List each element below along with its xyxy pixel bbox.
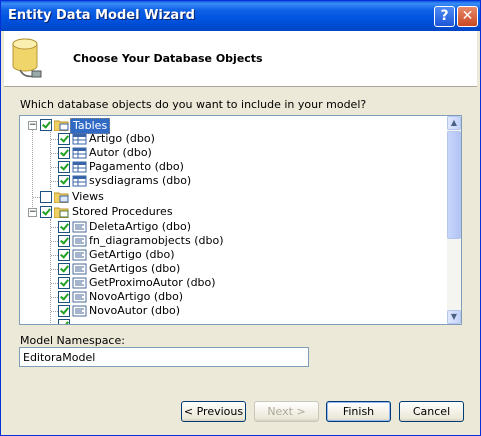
table-icon — [72, 133, 87, 145]
stored-procedures-checkbox[interactable] — [40, 206, 52, 218]
procedure-label: DeletaArtigo (dbo) — [89, 220, 192, 233]
table-icon — [72, 175, 87, 187]
table-label: Artigo (dbo) — [89, 132, 155, 145]
item-checkbox[interactable] — [58, 291, 70, 303]
previous-button[interactable]: < Previous — [181, 401, 246, 422]
procedure-label: NovoAutor (dbo) — [89, 304, 181, 317]
item-checkbox[interactable] — [58, 277, 70, 289]
folder-view-icon — [54, 192, 69, 203]
item-checkbox[interactable] — [58, 235, 70, 247]
finish-button[interactable]: Finish — [326, 401, 391, 422]
item-checkbox[interactable] — [58, 263, 70, 275]
table-label: Pagamento (dbo) — [89, 160, 184, 173]
scroll-down-icon[interactable]: ▼ — [447, 310, 461, 324]
objects-tree[interactable]: − Tables Artigo (dbo) Autor (dbo) Pagame… — [19, 115, 462, 325]
procedure-label: GetArtigo (dbo) — [89, 248, 175, 261]
procedure-icon — [72, 235, 87, 247]
scroll-up-icon[interactable]: ▲ — [447, 116, 461, 130]
stored-procedures-label: Stored Procedures — [72, 205, 173, 218]
objects-question: Which database objects do you want to in… — [20, 98, 367, 111]
next-button[interactable]: Next > — [254, 401, 319, 422]
item-checkbox[interactable] — [58, 305, 70, 317]
procedure-icon — [72, 305, 87, 317]
tables-checkbox[interactable] — [40, 119, 52, 131]
cancel-button[interactable]: Cancel — [399, 401, 464, 422]
table-icon — [72, 161, 87, 173]
procedure-label: fn_diagramobjects (dbo) — [89, 234, 224, 247]
item-checkbox[interactable] — [58, 221, 70, 233]
item-checkbox[interactable] — [58, 161, 70, 173]
folder-procedure-icon — [54, 207, 69, 218]
tree-connector — [50, 219, 51, 323]
tree-scrollbar[interactable]: ▲ ▼ — [447, 116, 461, 324]
item-checkbox[interactable] — [58, 175, 70, 187]
scroll-thumb[interactable] — [447, 131, 461, 239]
window-title: Entity Data Model Wizard — [8, 8, 195, 23]
views-checkbox[interactable] — [40, 191, 52, 203]
namespace-label: Model Namespace: — [20, 334, 125, 347]
procedure-label: GetArtigos (dbo) — [89, 262, 181, 275]
procedure-label: GetProximoAutor (dbo) — [89, 276, 216, 289]
procedure-label: NovoArtigo (dbo) — [89, 290, 184, 303]
procedure-icon — [72, 249, 87, 261]
procedure-icon — [72, 291, 87, 303]
table-label: sysdiagrams (dbo) — [89, 174, 192, 187]
collapse-toggle[interactable]: − — [28, 121, 37, 130]
table-icon — [72, 147, 87, 159]
help-button[interactable]: ? — [434, 6, 455, 27]
folder-table-icon — [54, 120, 69, 131]
title-bar[interactable]: Entity Data Model Wizard ? ✕ — [1, 1, 480, 31]
collapse-toggle[interactable]: − — [28, 208, 37, 217]
database-icon — [12, 38, 42, 78]
wizard-header: Choose Your Database Objects — [4, 31, 477, 87]
item-checkbox[interactable] — [58, 133, 70, 145]
tree-content: − Tables Artigo (dbo) Autor (dbo) Pagame… — [20, 116, 447, 324]
procedure-icon — [72, 263, 87, 275]
procedure-icon — [72, 277, 87, 289]
tree-connector — [32, 125, 33, 211]
wizard-window: Entity Data Model Wizard ? ✕ Choose Your… — [0, 0, 481, 436]
table-label: Autor (dbo) — [89, 146, 152, 159]
page-title: Choose Your Database Objects — [73, 52, 263, 65]
procedure-icon — [72, 221, 87, 233]
item-checkbox[interactable] — [58, 319, 70, 324]
close-button[interactable]: ✕ — [457, 6, 478, 27]
views-label: Views — [72, 190, 104, 203]
item-checkbox[interactable] — [58, 147, 70, 159]
item-checkbox[interactable] — [58, 249, 70, 261]
namespace-input[interactable] — [19, 347, 309, 367]
